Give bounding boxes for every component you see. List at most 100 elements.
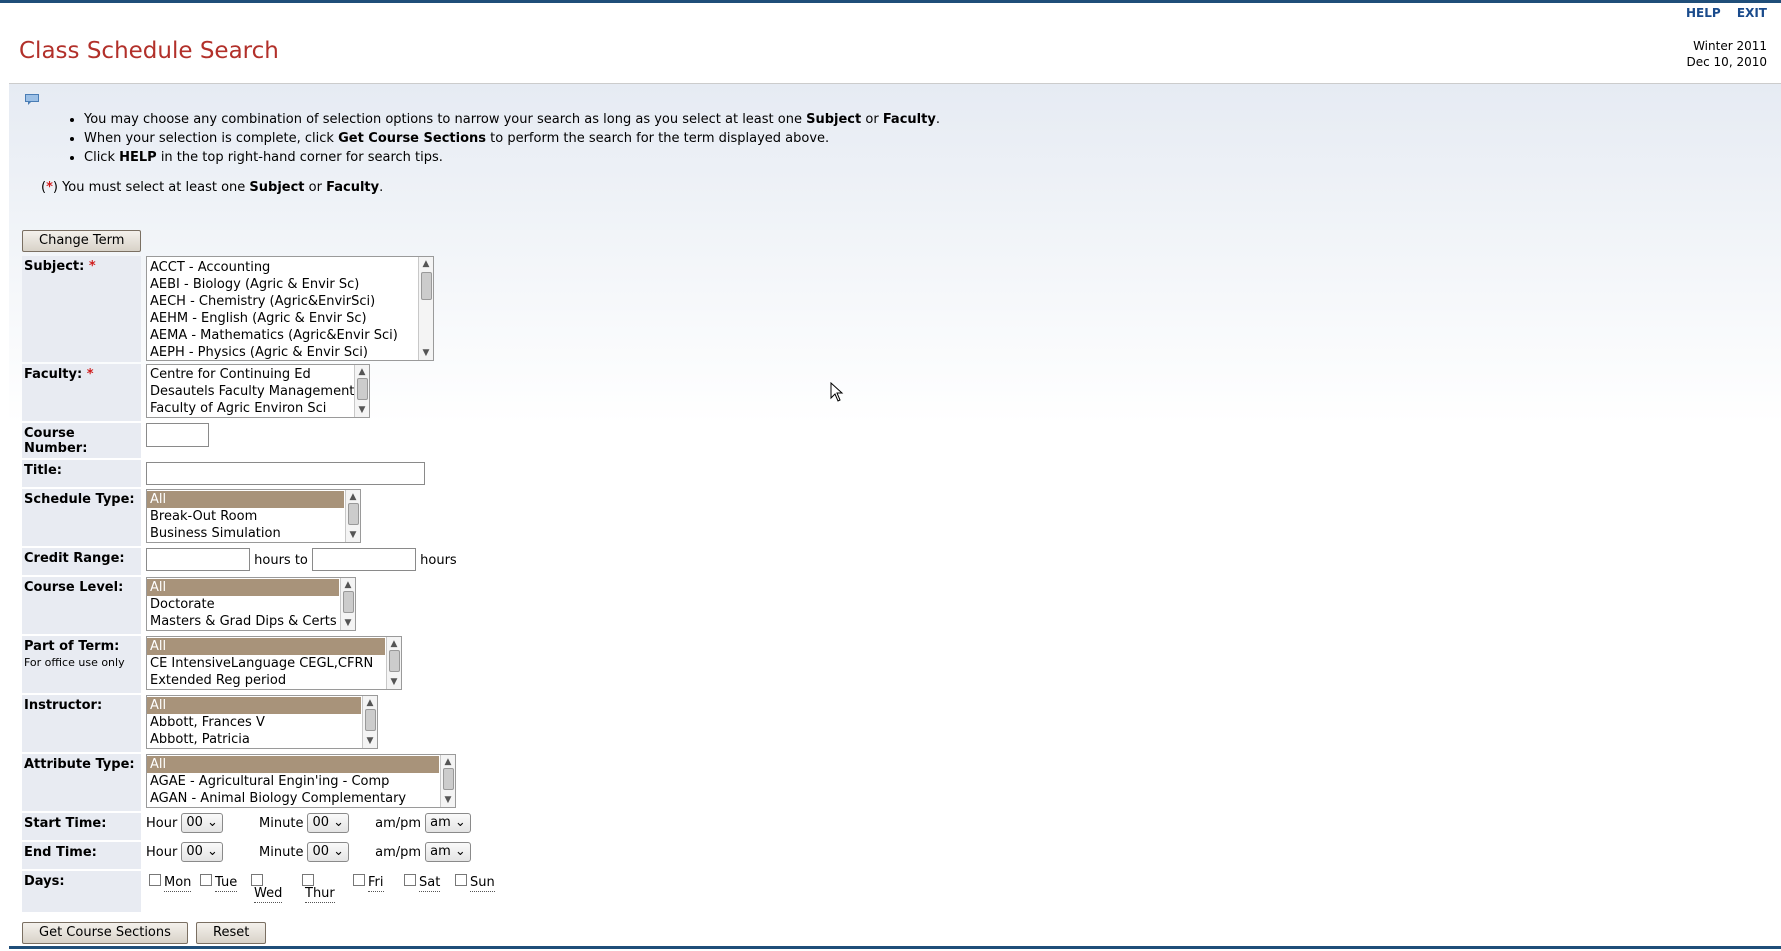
sun-checkbox[interactable] xyxy=(455,874,467,886)
list-item[interactable]: Business Simulation xyxy=(147,525,360,542)
fri-checkbox[interactable] xyxy=(353,874,365,886)
start-hour-select[interactable]: 00 ⌄ xyxy=(181,813,223,833)
title-label: Title: xyxy=(22,460,141,487)
scroll-thumb[interactable] xyxy=(443,768,454,790)
list-item[interactable]: Centre for Continuing Ed xyxy=(147,366,369,383)
start-minute-select[interactable]: 00 ⌄ xyxy=(307,813,350,833)
scroll-thumb[interactable] xyxy=(357,378,368,400)
credit-to-input[interactable] xyxy=(312,548,417,571)
course-number-input[interactable] xyxy=(146,423,209,447)
end-minute-select[interactable]: 00 ⌄ xyxy=(307,842,350,862)
list-item[interactable]: All xyxy=(147,638,385,655)
scroll-up-icon[interactable]: ▲ xyxy=(419,258,433,270)
list-item[interactable]: Break-Out Room xyxy=(147,508,360,525)
scroll-up-icon[interactable]: ▲ xyxy=(355,366,369,378)
scroll-thumb[interactable] xyxy=(365,709,376,731)
list-item[interactable]: AEMA - Mathematics (Agric&Envir Sci) xyxy=(147,327,433,344)
scrollbar[interactable]: ▲ ▼ xyxy=(418,257,433,360)
list-item[interactable]: AGAE - Agricultural Engin'ing - Comp xyxy=(147,773,455,790)
scrollbar[interactable]: ▲ ▼ xyxy=(340,578,355,630)
list-item[interactable]: Faculty of Agric Environ Sci xyxy=(147,400,369,417)
list-item[interactable]: AEPH - Physics (Agric & Envir Sci) xyxy=(147,344,433,360)
start-time-label: Start Time: xyxy=(22,813,141,840)
page-title: Class Schedule Search xyxy=(19,38,279,64)
wed-checkbox[interactable] xyxy=(251,874,263,886)
instructor-listbox[interactable]: All Abbott, Frances V Abbott, Patricia ▲… xyxy=(146,695,378,749)
attribute-type-listbox[interactable]: All AGAE - Agricultural Engin'ing - Comp… xyxy=(146,754,456,808)
sat-checkbox[interactable] xyxy=(404,874,416,886)
scrollbar[interactable]: ▲ ▼ xyxy=(362,696,377,748)
scroll-thumb[interactable] xyxy=(389,650,400,672)
scroll-down-icon[interactable]: ▼ xyxy=(355,404,369,416)
list-item[interactable]: Doctorate xyxy=(147,596,355,613)
end-ampm-select[interactable]: am ⌄ xyxy=(425,842,471,862)
scroll-thumb[interactable] xyxy=(421,272,432,300)
list-item[interactable]: CE IntensiveLanguage CEGL,CFRN xyxy=(147,655,401,672)
change-term-button[interactable]: Change Term xyxy=(22,230,142,252)
list-item[interactable]: Abbott, Patricia xyxy=(147,731,377,748)
scroll-up-icon[interactable]: ▲ xyxy=(387,638,401,650)
day-wed[interactable]: Wed xyxy=(251,871,302,903)
list-item[interactable]: Abbott, Frances V xyxy=(147,714,377,731)
list-item[interactable]: AEHM - English (Agric & Envir Sc) xyxy=(147,310,433,327)
scrollbar[interactable]: ▲ ▼ xyxy=(354,365,369,417)
thur-checkbox[interactable] xyxy=(302,874,314,886)
end-hour-select[interactable]: 00 ⌄ xyxy=(181,842,223,862)
top-links: HELP EXIT xyxy=(1674,6,1767,20)
required-note: (*) You must select at least one Subject… xyxy=(41,180,384,195)
scroll-down-icon[interactable]: ▼ xyxy=(419,347,433,359)
list-item[interactable]: Desautels Faculty Management xyxy=(147,383,369,400)
list-item[interactable]: ACCT - Accounting xyxy=(147,259,433,276)
scroll-up-icon[interactable]: ▲ xyxy=(441,756,455,768)
subject-listbox[interactable]: ACCT - Accounting AEBI - Biology (Agric … xyxy=(146,256,434,361)
day-sat[interactable]: Sat xyxy=(404,871,455,892)
part-of-term-listbox[interactable]: All CE IntensiveLanguage CEGL,CFRN Exten… xyxy=(146,636,402,690)
scroll-down-icon[interactable]: ▼ xyxy=(346,529,360,541)
search-form: Subject: * ACCT - Accounting AEBI - Biol… xyxy=(22,254,506,914)
day-tue[interactable]: Tue xyxy=(200,871,251,892)
day-fri[interactable]: Fri xyxy=(353,871,404,892)
scroll-up-icon[interactable]: ▲ xyxy=(363,697,377,709)
reset-button[interactable]: Reset xyxy=(196,922,267,944)
ampm-label: am/pm xyxy=(375,815,422,831)
mon-checkbox[interactable] xyxy=(149,874,161,886)
faculty-listbox[interactable]: Centre for Continuing Ed Desautels Facul… xyxy=(146,364,370,418)
scroll-down-icon[interactable]: ▼ xyxy=(363,735,377,747)
scroll-down-icon[interactable]: ▼ xyxy=(341,617,355,629)
get-course-sections-button[interactable]: Get Course Sections xyxy=(22,922,188,944)
scroll-thumb[interactable] xyxy=(348,503,359,525)
list-item[interactable]: Masters & Grad Dips & Certs xyxy=(147,613,355,630)
tue-checkbox[interactable] xyxy=(200,874,212,886)
list-item[interactable]: All xyxy=(147,756,439,773)
list-item[interactable]: AEBI - Biology (Agric & Envir Sc) xyxy=(147,276,433,293)
required-star-icon: * xyxy=(88,259,96,274)
scroll-up-icon[interactable]: ▲ xyxy=(341,579,355,591)
help-link[interactable]: HELP xyxy=(1686,6,1721,20)
schedule-type-listbox[interactable]: All Break-Out Room Business Simulation ▲… xyxy=(146,489,361,543)
scrollbar[interactable]: ▲ ▼ xyxy=(440,755,455,807)
title-input[interactable] xyxy=(146,462,425,485)
start-ampm-select[interactable]: am ⌄ xyxy=(425,813,471,833)
exit-link[interactable]: EXIT xyxy=(1737,6,1767,20)
scroll-thumb[interactable] xyxy=(343,591,354,613)
list-item[interactable]: All xyxy=(147,579,339,596)
scroll-up-icon[interactable]: ▲ xyxy=(346,491,360,503)
list-item[interactable]: AGAN - Animal Biology Complementary xyxy=(147,790,455,807)
day-thur[interactable]: Thur xyxy=(302,871,353,903)
faculty-label: Faculty: xyxy=(24,367,83,382)
day-sun[interactable]: Sun xyxy=(455,871,506,892)
course-level-listbox[interactable]: All Doctorate Masters & Grad Dips & Cert… xyxy=(146,577,356,631)
scrollbar[interactable]: ▲ ▼ xyxy=(386,637,401,689)
list-item[interactable]: All xyxy=(147,697,361,714)
row-course-number: Course Number: xyxy=(22,423,506,458)
end-time-label: End Time: xyxy=(22,842,141,869)
scroll-down-icon[interactable]: ▼ xyxy=(441,794,455,806)
list-item[interactable]: Extended Reg period xyxy=(147,672,401,689)
scroll-down-icon[interactable]: ▼ xyxy=(387,676,401,688)
schedule-type-label: Schedule Type: xyxy=(22,489,141,546)
list-item[interactable]: All xyxy=(147,491,344,508)
day-mon[interactable]: Mon xyxy=(149,871,200,892)
scrollbar[interactable]: ▲ ▼ xyxy=(345,490,360,542)
credit-from-input[interactable] xyxy=(146,548,250,571)
list-item[interactable]: AECH - Chemistry (Agric&EnvirSci) xyxy=(147,293,433,310)
